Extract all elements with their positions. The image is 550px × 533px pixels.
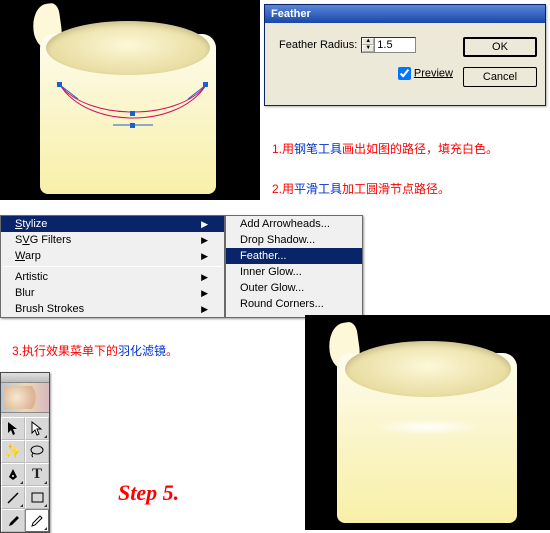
menu-separator <box>3 266 222 267</box>
dialog-title: Feather <box>265 5 545 23</box>
menu-item-inner-glow[interactable]: Inner Glow... <box>226 264 362 280</box>
effect-menu: Stylize▶ SVG Filters▶ Warp▶ Artistic▶ Bl… <box>0 215 363 318</box>
pencil-tool[interactable] <box>25 509 49 532</box>
radius-spinner[interactable]: ▲ ▼ <box>361 37 416 53</box>
flyout-indicator-icon <box>44 481 47 484</box>
feathered-highlight <box>345 405 511 449</box>
flyout-indicator-icon <box>44 504 47 507</box>
submenu-arrow-icon: ▶ <box>201 251 208 262</box>
toolbox-panel: ✨ T <box>0 372 50 533</box>
line-tool[interactable] <box>1 486 25 509</box>
radius-input[interactable] <box>375 38 415 52</box>
submenu-arrow-icon: ▶ <box>201 272 208 283</box>
preview-label[interactable]: Preview <box>414 67 453 79</box>
toolbox-artwork-thumbnail <box>1 383 49 413</box>
menu-item-brush-strokes[interactable]: Brush Strokes▶ <box>1 301 224 317</box>
radius-label: Feather Radius: <box>279 39 357 51</box>
instruction-2: 2.用平滑工具加工圆滑节点路径。 <box>272 180 450 197</box>
canvas-top <box>0 0 260 200</box>
menu-item-stylize[interactable]: Stylize▶ <box>1 216 224 232</box>
instruction-3: 3.执行效果菜单下的羽化滤镜。 <box>12 342 178 359</box>
spinner-down-icon[interactable]: ▼ <box>362 45 374 52</box>
spinner-up-icon[interactable]: ▲ <box>362 38 374 45</box>
submenu-arrow-icon: ▶ <box>201 304 208 315</box>
flyout-indicator-icon <box>20 481 23 484</box>
menu-item-artistic[interactable]: Artistic▶ <box>1 269 224 285</box>
menu-item-svg-filters[interactable]: SVG Filters▶ <box>1 232 224 248</box>
preview-checkbox[interactable] <box>398 67 411 80</box>
instruction-1: 1.用钢笔工具画出如图的路径，填充白色。 <box>272 140 498 157</box>
menu-item-outer-glow[interactable]: Outer Glow... <box>226 280 362 296</box>
type-tool[interactable]: T <box>25 463 49 486</box>
candle-result-illustration <box>323 323 533 528</box>
menu-item-warp[interactable]: Warp▶ <box>1 248 224 264</box>
candle-rim <box>345 341 511 397</box>
selection-tool[interactable] <box>1 417 25 440</box>
menu-item-add-arrowheads[interactable]: Add Arrowheads... <box>226 216 362 232</box>
menu-item-drop-shadow[interactable]: Drop Shadow... <box>226 232 362 248</box>
direct-selection-tool[interactable] <box>25 417 49 440</box>
menu-item-round-corners[interactable]: Round Corners... <box>226 296 362 312</box>
toolbox-header[interactable] <box>1 373 49 383</box>
submenu-arrow-icon: ▶ <box>201 219 208 230</box>
editable-path[interactable] <box>58 81 208 131</box>
ok-button[interactable]: OK <box>463 37 537 57</box>
menu-item-blur[interactable]: Blur▶ <box>1 285 224 301</box>
feather-dialog: Feather Feather Radius: ▲ ▼ Preview OK C… <box>264 4 546 106</box>
pen-tool[interactable] <box>1 463 25 486</box>
candle-rim <box>46 21 210 75</box>
candle-illustration <box>28 6 228 196</box>
magic-wand-tool[interactable]: ✨ <box>1 440 25 463</box>
paintbrush-tool[interactable] <box>1 509 25 532</box>
flyout-indicator-icon <box>44 435 47 438</box>
step-label: Step 5. <box>118 480 179 506</box>
menu-column-right: Add Arrowheads... Drop Shadow... Feather… <box>225 215 363 318</box>
menu-item-feather[interactable]: Feather... <box>226 248 362 264</box>
rectangle-tool[interactable] <box>25 486 49 509</box>
submenu-arrow-icon: ▶ <box>201 288 208 299</box>
flyout-indicator-icon <box>20 504 23 507</box>
menu-column-left: Stylize▶ SVG Filters▶ Warp▶ Artistic▶ Bl… <box>0 215 225 318</box>
lasso-tool[interactable] <box>25 440 49 463</box>
cancel-button[interactable]: Cancel <box>463 67 537 87</box>
submenu-arrow-icon: ▶ <box>201 235 208 246</box>
canvas-result <box>305 315 550 530</box>
